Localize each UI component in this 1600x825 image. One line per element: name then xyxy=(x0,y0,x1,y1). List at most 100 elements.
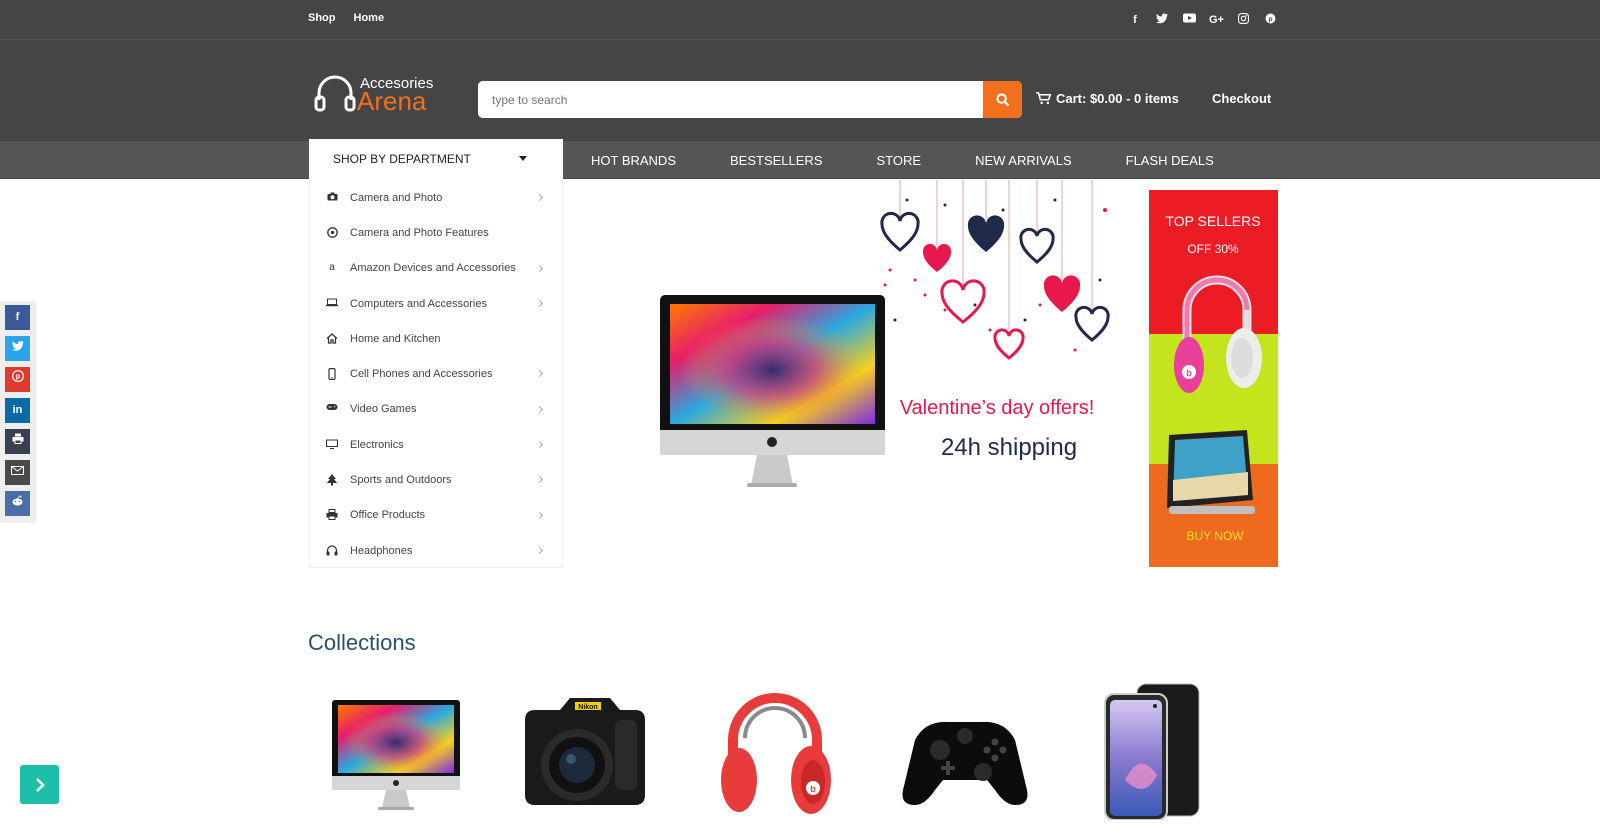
collection-item-imac[interactable] xyxy=(326,680,466,820)
chevron-right-icon xyxy=(535,511,544,519)
dept-label: Camera and Photo xyxy=(350,191,443,204)
collection-item-phone[interactable] xyxy=(1085,680,1225,821)
shop-by-department-toggle[interactable]: SHOP BY DEPARTMENT xyxy=(309,139,563,179)
imac-image xyxy=(660,295,885,487)
svg-text:b: b xyxy=(1186,368,1192,378)
search-input[interactable] xyxy=(478,81,983,118)
hero-banner-art: Valentine’s day offers! 24h shipping xyxy=(660,180,1110,487)
cart-link[interactable]: Cart: $0.00 - 0 items xyxy=(1036,91,1179,106)
share-print-icon[interactable] xyxy=(5,429,30,454)
aperture-icon xyxy=(326,227,338,239)
svg-text:p: p xyxy=(1268,16,1272,23)
svg-text:Nikon: Nikon xyxy=(578,704,597,711)
search-button[interactable] xyxy=(983,81,1022,118)
dept-item-computers[interactable]: Computers and Accessories xyxy=(310,286,562,321)
laptop-icon xyxy=(326,298,338,310)
chevron-right-icon xyxy=(535,370,544,378)
chevron-right-icon xyxy=(535,264,544,272)
amazon-icon: a xyxy=(329,262,335,274)
dept-item-camera-and-photo[interactable]: Camera and Photo xyxy=(310,180,562,215)
top-links: Shop Home xyxy=(308,12,384,24)
chevron-right-icon xyxy=(35,777,45,792)
dept-label: Headphones xyxy=(350,544,413,557)
twitter-icon[interactable] xyxy=(1155,13,1169,27)
gamepad-image xyxy=(902,721,1028,805)
cart-icon xyxy=(1036,92,1051,105)
svg-text:b: b xyxy=(810,784,816,794)
dept-item-amazon-devices[interactable]: a Amazon Devices and Accessories xyxy=(310,251,562,286)
chevron-right-icon xyxy=(535,299,544,307)
dept-label: Cell Phones and Accessories xyxy=(350,368,493,381)
chevron-right-icon xyxy=(535,405,544,413)
collections-title: Collections xyxy=(308,630,416,655)
dept-item-headphones[interactable]: Headphones xyxy=(310,533,562,568)
top-bar: Shop Home f G+ p xyxy=(0,0,1600,40)
collection-item-headphones[interactable]: b xyxy=(705,680,845,820)
tree-icon xyxy=(326,474,338,486)
dept-label: Electronics xyxy=(350,438,404,451)
top-sellers-ad[interactable]: TOP SELLERS OFF 30% b BUY NOW xyxy=(1149,190,1278,567)
share-email-icon[interactable] xyxy=(5,460,30,485)
social-links: f G+ p xyxy=(1128,13,1277,27)
chevron-right-icon xyxy=(535,476,544,484)
nav-menu: HOT BRANDS BESTSELLERS STORE NEW ARRIVAL… xyxy=(591,153,1268,168)
top-link-home[interactable]: Home xyxy=(354,12,385,24)
next-arrow-button[interactable] xyxy=(20,765,59,804)
ad-buy-now[interactable]: BUY NOW xyxy=(1186,529,1244,543)
dept-item-electronics[interactable]: Electronics xyxy=(310,427,562,462)
top-link-shop[interactable]: Shop xyxy=(308,12,336,24)
youtube-icon[interactable] xyxy=(1182,13,1196,27)
nav-item-new-arrivals[interactable]: NEW ARRIVALS xyxy=(975,153,1072,168)
share-twitter-icon[interactable] xyxy=(5,336,30,361)
banner-subline: 24h shipping xyxy=(941,434,1077,461)
dept-label: Video Games xyxy=(350,403,417,416)
nav-item-flash-deals[interactable]: FLASH DEALS xyxy=(1126,153,1214,168)
dept-item-home-and-kitchen[interactable]: Home and Kitchen xyxy=(310,321,562,356)
chevron-right-icon xyxy=(535,546,544,555)
nav-item-hot-brands[interactable]: HOT BRANDS xyxy=(591,153,676,168)
share-facebook-icon[interactable]: f xyxy=(5,305,30,330)
dept-item-cell-phones[interactable]: Cell Phones and Accessories xyxy=(310,356,562,391)
home-icon xyxy=(326,332,338,345)
dept-label: Amazon Devices and Accessories xyxy=(350,262,516,275)
camera-image: Nikon xyxy=(525,698,645,805)
dept-item-office-products[interactable]: Office Products xyxy=(310,498,562,533)
dept-item-sports-and-outdoors[interactable]: Sports and Outdoors xyxy=(310,462,562,497)
dept-item-video-games[interactable]: Video Games xyxy=(310,392,562,427)
dept-item-camera-and-photo-features[interactable]: Camera and Photo Features xyxy=(310,215,562,250)
checkout-link[interactable]: Checkout xyxy=(1212,91,1271,106)
facebook-icon[interactable]: f xyxy=(1128,13,1142,27)
svg-text:p: p xyxy=(15,372,20,381)
headphones-logo-icon xyxy=(314,75,356,112)
chevron-right-icon xyxy=(535,193,544,202)
main-nav: SHOP BY DEPARTMENT HOT BRANDS BESTSELLER… xyxy=(0,139,1600,179)
dept-label: Home and Kitchen xyxy=(350,332,441,345)
headphones-icon xyxy=(326,544,338,557)
share-pinterest-icon[interactable]: p xyxy=(5,367,30,392)
camera-icon xyxy=(326,192,338,204)
printer-icon xyxy=(326,509,338,521)
share-linkedin-icon[interactable]: in xyxy=(5,398,30,423)
chevron-right-icon xyxy=(535,441,544,449)
logo-text-arena: Arena xyxy=(357,86,427,116)
nav-item-store[interactable]: STORE xyxy=(877,153,922,168)
dept-label: Camera and Photo Features xyxy=(350,226,489,239)
pinterest-icon[interactable]: p xyxy=(1263,13,1277,27)
google-plus-icon[interactable]: G+ xyxy=(1209,13,1224,27)
banner-headline: Valentine’s day offers! xyxy=(900,397,1095,419)
collection-item-camera[interactable]: Nikon xyxy=(515,680,655,820)
dept-label: Sports and Outdoors xyxy=(350,474,452,487)
hero-banner[interactable]: Valentine’s day offers! 24h shipping xyxy=(645,180,1125,560)
collection-item-controller[interactable] xyxy=(895,680,1035,820)
nav-item-bestsellers[interactable]: BESTSELLERS xyxy=(730,153,823,168)
mobile-icon xyxy=(326,368,338,381)
share-reddit-icon[interactable] xyxy=(5,491,30,516)
imac-image xyxy=(332,700,460,810)
department-list: Camera and Photo Camera and Photo Featur… xyxy=(309,180,563,568)
instagram-icon[interactable] xyxy=(1236,13,1250,27)
phone-image xyxy=(1104,683,1200,821)
dept-label: Computers and Accessories xyxy=(350,297,487,310)
site-logo[interactable]: Accesories Arena xyxy=(314,72,444,116)
search-bar xyxy=(478,81,1022,118)
dept-label: SHOP BY DEPARTMENT xyxy=(333,152,471,166)
